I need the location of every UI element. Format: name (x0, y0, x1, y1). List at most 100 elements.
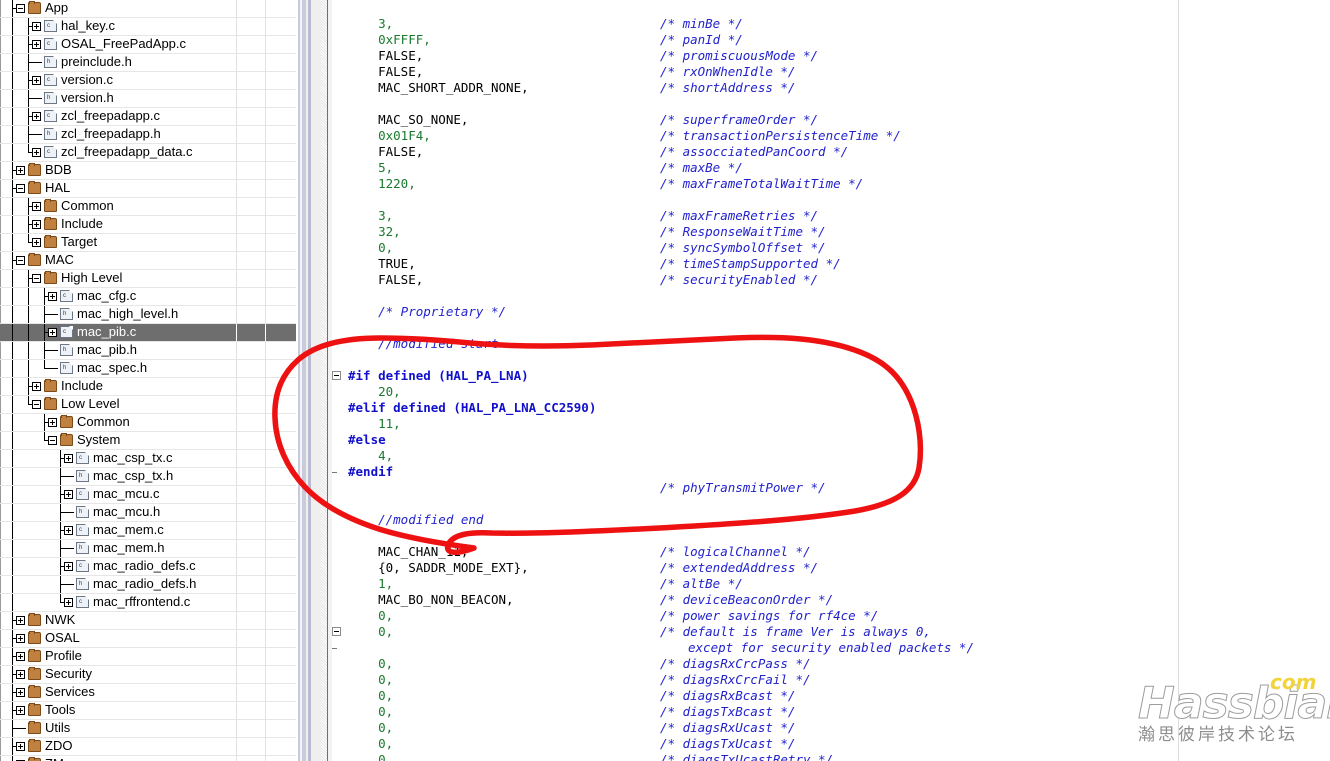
code-line[interactable]: #else (348, 432, 1330, 448)
tree-row[interactable]: c mac_radio_defs.c (0, 558, 296, 576)
expand-icon[interactable] (32, 148, 41, 157)
code-line[interactable]: 32, /* ResponseWaitTime */ (348, 224, 1330, 240)
code-line[interactable]: /* phyTransmitPower */ (348, 480, 1330, 496)
code-line[interactable]: #endif (348, 464, 1330, 480)
code-line[interactable]: {0, SADDR_MODE_EXT}, /* extendedAddress *… (348, 560, 1330, 576)
expand-icon[interactable] (32, 238, 41, 247)
tree-row[interactable]: HAL (0, 180, 296, 198)
panel-splitter-strip[interactable] (296, 0, 332, 761)
tree-row[interactable]: ZDO (0, 738, 296, 756)
tree-row[interactable]: c mac_mcu.c (0, 486, 296, 504)
code-line[interactable] (348, 320, 1330, 336)
tree-row[interactable]: h version.h (0, 90, 296, 108)
source-code-editor[interactable]: 3, /* minBe */ 0xFFFF, /* panId */ FALSE, /… (332, 0, 1330, 761)
expand-icon[interactable] (16, 670, 25, 679)
code-line[interactable]: MAC_SO_NONE, /* superframeOrder */ (348, 112, 1330, 128)
expand-icon[interactable] (32, 22, 41, 31)
tree-row[interactable]: h mac_mem.h (0, 540, 296, 558)
collapse-icon[interactable] (16, 184, 25, 193)
expand-icon[interactable] (32, 76, 41, 85)
expand-icon[interactable] (64, 490, 73, 499)
code-line[interactable]: 3, /* minBe */ (348, 16, 1330, 32)
expand-icon[interactable] (64, 598, 73, 607)
code-line[interactable]: //modified start (348, 336, 1330, 352)
code-line[interactable]: TRUE, /* timeStampSupported */ (348, 256, 1330, 272)
tree-row[interactable]: Include (0, 378, 296, 396)
code-line[interactable]: 3, /* maxFrameRetries */ (348, 208, 1330, 224)
code-line[interactable]: FALSE, /* rxOnWhenIdle */ (348, 64, 1330, 80)
code-line[interactable] (348, 528, 1330, 544)
tree-row[interactable]: ZMac (0, 756, 296, 761)
code-line[interactable]: FALSE, /* promiscuousMode */ (348, 48, 1330, 64)
workspace-tree-panel[interactable]: App c hal_key.c c OSAL_FreePadApp.c h preinclu… (0, 0, 296, 761)
tree-row[interactable]: h zcl_freepadapp.h (0, 126, 296, 144)
code-line[interactable] (348, 192, 1330, 208)
code-line[interactable]: 0, /* diagsRxCrcPass */ (348, 656, 1330, 672)
tree-row[interactable]: System (0, 432, 296, 450)
code-line[interactable]: FALSE, /* securityEnabled */ (348, 272, 1330, 288)
code-line[interactable]: MAC_BO_NON_BEACON, /* deviceBeaconOrder *… (348, 592, 1330, 608)
code-line[interactable]: 5, /* maxBe */ (348, 160, 1330, 176)
expand-icon[interactable] (32, 220, 41, 229)
expand-icon[interactable] (48, 292, 57, 301)
expand-icon[interactable] (64, 526, 73, 535)
tree-row[interactable]: c mac_mem.c (0, 522, 296, 540)
expand-icon[interactable] (16, 616, 25, 625)
expand-icon[interactable] (16, 742, 25, 751)
code-line[interactable]: FALSE, /* assocciatedPanCoord */ (348, 144, 1330, 160)
tree-row[interactable]: h mac_pib.h (0, 342, 296, 360)
tree-row[interactable]: Utils (0, 720, 296, 738)
code-fold-toggle-icon[interactable] (332, 627, 341, 636)
tree-row[interactable]: h mac_spec.h (0, 360, 296, 378)
code-line[interactable] (348, 288, 1330, 304)
expand-icon[interactable] (48, 328, 57, 337)
code-line[interactable] (348, 496, 1330, 512)
code-line[interactable]: MAC_CHAN_11, /* logicalChannel */ (348, 544, 1330, 560)
code-line[interactable] (348, 96, 1330, 112)
expand-icon[interactable] (16, 706, 25, 715)
code-line[interactable]: 0, /* syncSymbolOffset */ (348, 240, 1330, 256)
tree-row[interactable]: High Level (0, 270, 296, 288)
code-line[interactable]: /* Proprietary */ (348, 304, 1330, 320)
tree-row[interactable]: h mac_high_level.h (0, 306, 296, 324)
code-line[interactable]: 0x01F4, /* transactionPersistenceTime */ (348, 128, 1330, 144)
tree-row[interactable]: App (0, 0, 296, 18)
tree-row[interactable]: h preinclude.h (0, 54, 296, 72)
code-line[interactable]: 20, (348, 384, 1330, 400)
expand-icon[interactable] (32, 382, 41, 391)
tree-row[interactable]: c hal_key.c (0, 18, 296, 36)
code-line[interactable]: #elif defined (HAL_PA_LNA_CC2590) (348, 400, 1330, 416)
expand-icon[interactable] (16, 634, 25, 643)
code-line[interactable]: 4, (348, 448, 1330, 464)
expand-icon[interactable] (32, 40, 41, 49)
code-line[interactable]: MAC_SHORT_ADDR_NONE, /* shortAddress */ (348, 80, 1330, 96)
tree-row[interactable]: c mac_csp_tx.c (0, 450, 296, 468)
tree-row[interactable]: Common (0, 198, 296, 216)
tree-row[interactable]: c OSAL_FreePadApp.c (0, 36, 296, 54)
collapse-icon[interactable] (48, 436, 57, 445)
tree-row[interactable]: c mac_cfg.c (0, 288, 296, 306)
editor-fold-gutter[interactable] (332, 0, 348, 761)
code-line[interactable] (348, 0, 1330, 16)
collapse-icon[interactable] (32, 400, 41, 409)
tree-row[interactable]: Include (0, 216, 296, 234)
code-text-area[interactable]: 3, /* minBe */ 0xFFFF, /* panId */ FALSE, /… (348, 0, 1330, 761)
code-line[interactable]: #if defined (HAL_PA_LNA) (348, 368, 1330, 384)
tree-row-selected[interactable]: c mac_pib.c (0, 324, 296, 342)
tree-row[interactable]: c zcl_freepadapp_data.c (0, 144, 296, 162)
expand-icon[interactable] (16, 652, 25, 661)
tree-row[interactable]: MAC (0, 252, 296, 270)
tree-row[interactable]: c version.c (0, 72, 296, 90)
expand-icon[interactable] (48, 418, 57, 427)
tree-row[interactable]: Common (0, 414, 296, 432)
expand-icon[interactable] (32, 112, 41, 121)
tree-row[interactable]: Target (0, 234, 296, 252)
tree-row[interactable]: h mac_radio_defs.h (0, 576, 296, 594)
code-line[interactable]: 1, /* altBe */ (348, 576, 1330, 592)
code-line[interactable]: 1220, /* maxFrameTotalWaitTime */ (348, 176, 1330, 192)
tree-row[interactable]: BDB (0, 162, 296, 180)
expand-icon[interactable] (16, 166, 25, 175)
expand-icon[interactable] (16, 688, 25, 697)
collapse-icon[interactable] (32, 274, 41, 283)
code-line[interactable]: except for security enabled packets */ (348, 640, 1330, 656)
